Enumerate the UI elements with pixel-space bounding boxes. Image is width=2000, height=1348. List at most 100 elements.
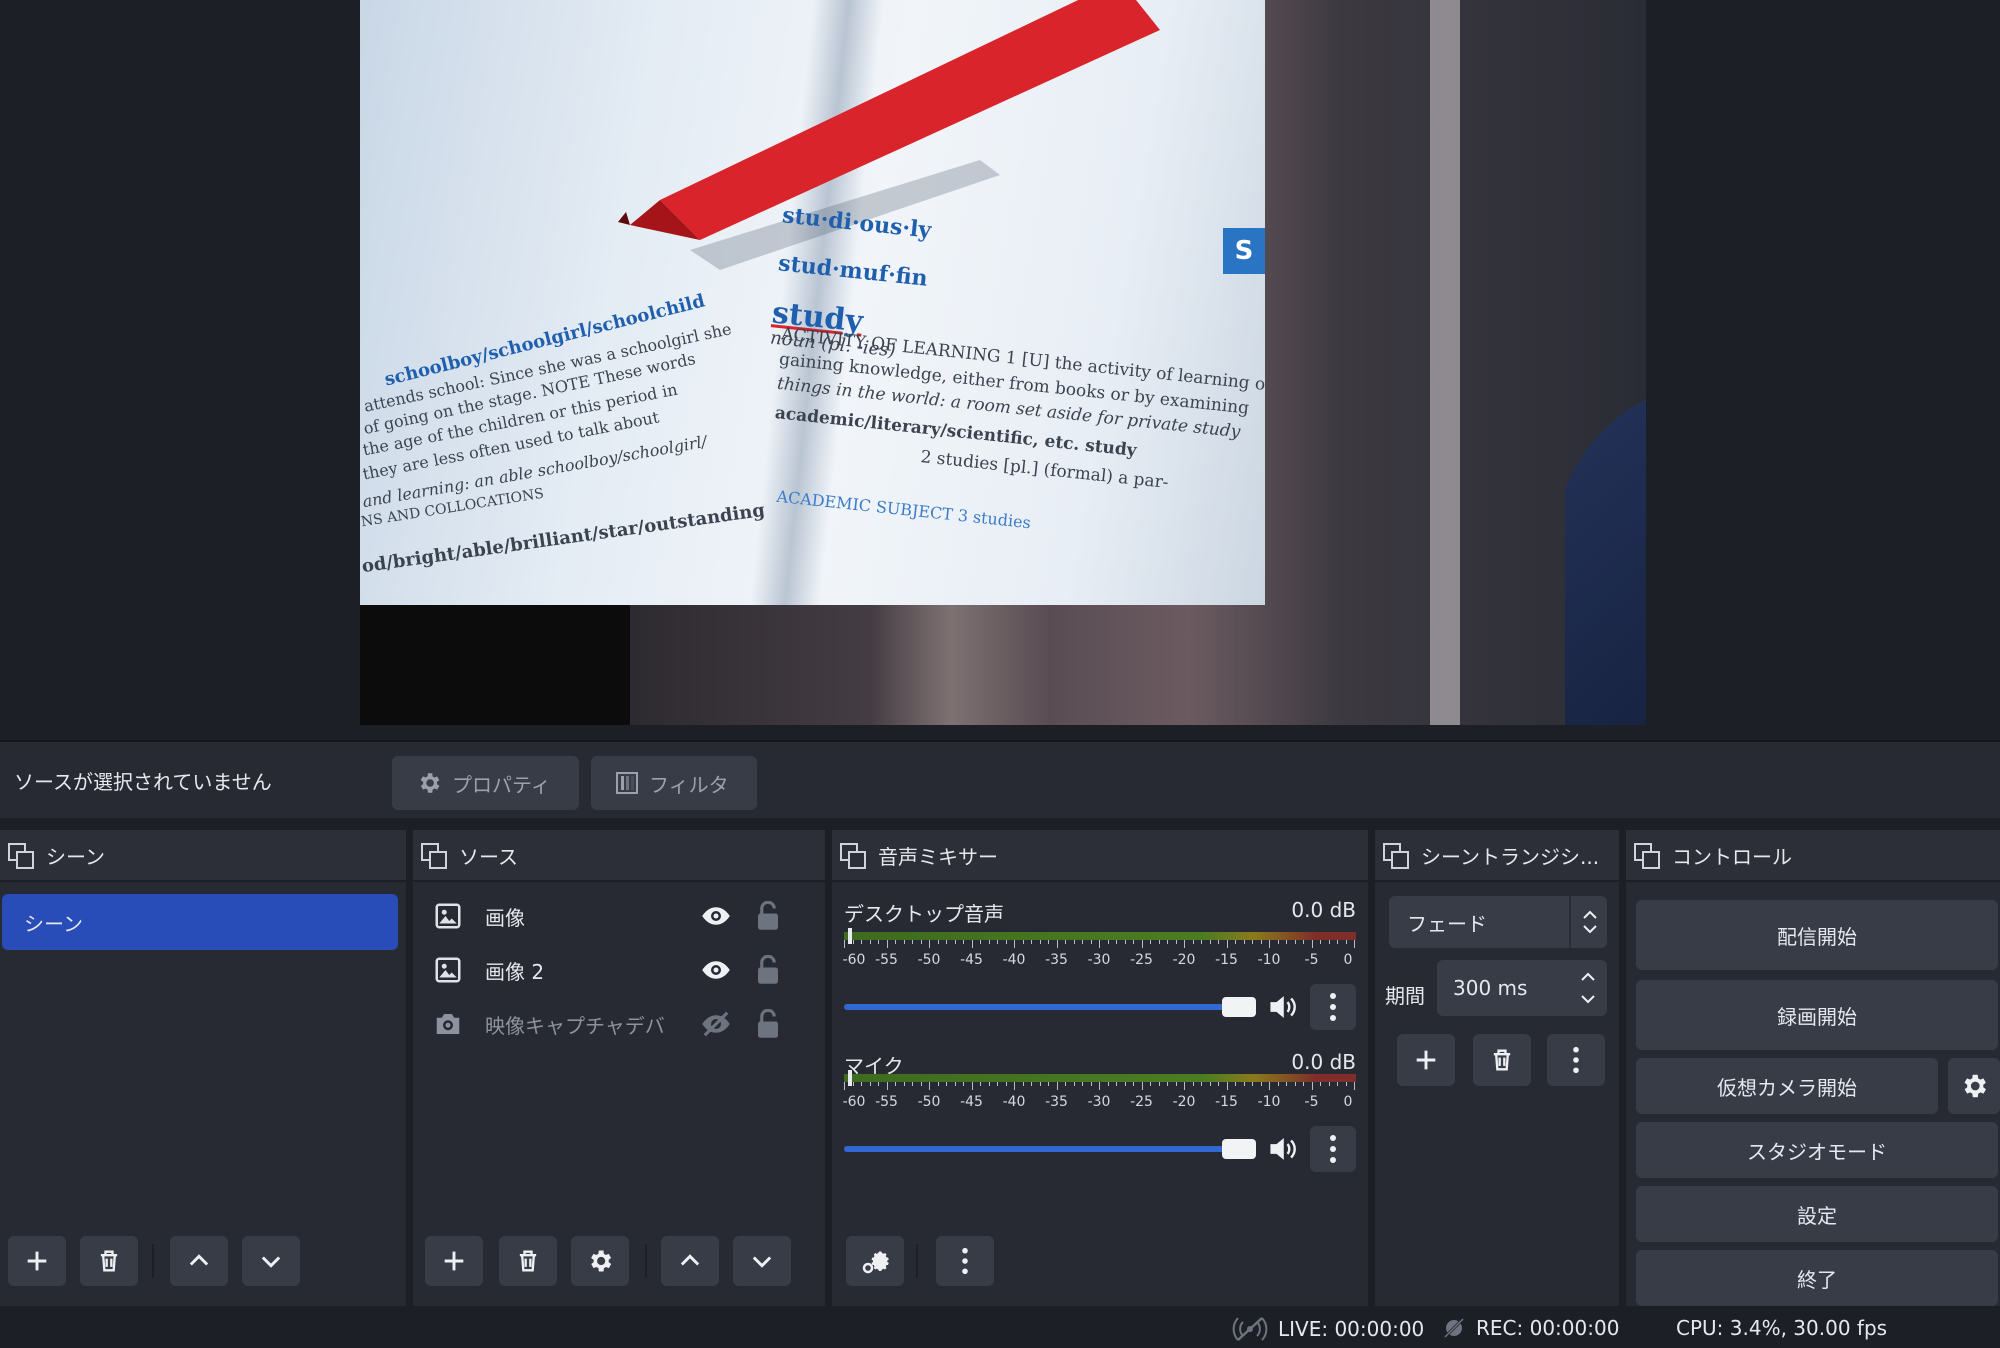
rec-status: REC: 00:00:00 [1442, 1316, 1619, 1340]
source-item-image[interactable]: 画像 [433, 894, 803, 938]
virtual-camera-settings-button[interactable] [1948, 1058, 2000, 1114]
add-transition-button[interactable] [1397, 1034, 1455, 1086]
scenes-dock-header[interactable]: シーン [0, 830, 406, 882]
properties-label: プロパティ [452, 772, 551, 797]
chevron-up-icon [189, 1254, 209, 1266]
transition-menu-button[interactable] [1547, 1034, 1605, 1086]
meter-tick [1107, 940, 1109, 944]
volume-slider-track[interactable] [844, 1146, 1224, 1152]
controls-dock-header[interactable]: コントロール [1626, 830, 2000, 882]
meter-tick [1226, 940, 1228, 948]
move-scene-down-button[interactable] [242, 1236, 300, 1286]
gear-icon [1964, 1074, 1986, 1098]
meter-scale-label: -60 [842, 1094, 866, 1110]
transition-type-select[interactable]: フェード [1389, 896, 1607, 948]
channel-db-readout: 0.0 dB [1291, 898, 1356, 922]
remove-source-button[interactable] [499, 1236, 557, 1286]
meter-tick [1201, 940, 1202, 944]
volume-slider-track[interactable] [844, 1004, 1224, 1010]
speaker-icon[interactable] [1268, 992, 1302, 1022]
meter-tick [971, 1082, 973, 1090]
meter-scale-label: -35 [1045, 952, 1068, 968]
preview-canvas[interactable]: stu·di·ous·ly stud·muf·fin study noun (p… [360, 0, 1646, 725]
meter-scale-label: -30 [1087, 1094, 1111, 1110]
meter-tick [946, 1082, 947, 1086]
source-item-image-2[interactable]: 画像 2 [433, 948, 803, 992]
undock-icon[interactable] [8, 843, 34, 869]
meter-tick [1039, 940, 1041, 944]
meter-tick [1056, 1082, 1058, 1090]
audio-mixer-dock: 音声ミキサー デスクトップ音声 0.0 dB -60 -55 -50 -45 -40 -3… [832, 830, 1368, 1306]
advanced-audio-properties-button[interactable] [846, 1236, 904, 1286]
meter-scale-label: -35 [1045, 1094, 1068, 1110]
undock-icon[interactable] [1383, 843, 1409, 869]
trash-icon [100, 1250, 118, 1272]
unlock-icon[interactable] [755, 955, 781, 985]
eye-icon[interactable] [699, 955, 733, 985]
studio-mode-button[interactable]: スタジオモード [1636, 1122, 1998, 1178]
move-source-down-button[interactable] [733, 1236, 791, 1286]
meter-tick [1099, 940, 1100, 948]
sources-dock-header[interactable]: ソース [413, 830, 825, 882]
meter-tick [1022, 1082, 1024, 1086]
transitions-dock-header[interactable]: シーントランジシ... [1375, 830, 1619, 882]
meter-tick [1294, 1082, 1296, 1086]
meter-tick [912, 940, 913, 944]
undock-icon[interactable] [1634, 843, 1660, 869]
context-bar: ソースが選択されていません プロパティ フィルタ [0, 740, 2000, 818]
move-source-up-button[interactable] [661, 1236, 719, 1286]
meter-tick [852, 940, 854, 944]
exit-button[interactable]: 終了 [1636, 1250, 1998, 1306]
move-scene-up-button[interactable] [170, 1236, 228, 1286]
plus-icon [27, 1251, 47, 1271]
scene-list-item[interactable]: シーン [2, 894, 398, 950]
start-virtual-camera-button[interactable]: 仮想カメラ開始 [1636, 1058, 1938, 1114]
meter-tick [1277, 1082, 1279, 1086]
source-properties-button[interactable] [571, 1236, 629, 1286]
speaker-icon[interactable] [1268, 1134, 1302, 1164]
remove-scene-button[interactable] [80, 1236, 138, 1286]
rec-timer: REC: 00:00:00 [1476, 1316, 1620, 1340]
unlock-icon[interactable] [755, 1009, 781, 1039]
add-scene-button[interactable] [8, 1236, 66, 1286]
mixer-dock-header[interactable]: 音声ミキサー [832, 830, 1368, 882]
scene-transitions-dock: シーントランジシ... フェード 期間 300 ms [1375, 830, 1619, 1306]
transition-selected-value: フェード [1407, 911, 1487, 936]
channel-menu-button[interactable] [1310, 1126, 1356, 1172]
preview-area[interactable]: stu·di·ous·ly stud·muf·fin study noun (p… [0, 0, 2000, 740]
duration-label: 期間 [1385, 984, 1425, 1008]
properties-button[interactable]: プロパティ [392, 756, 579, 810]
channel-menu-button[interactable] [1310, 984, 1356, 1030]
meter-scale-label: 0 [1343, 952, 1353, 968]
duration-spinbox[interactable]: 300 ms [1437, 960, 1607, 1016]
start-recording-button[interactable]: 録画開始 [1636, 980, 1998, 1050]
volume-slider-handle[interactable] [1222, 1139, 1256, 1159]
plus-icon [1416, 1050, 1436, 1070]
meter-scale-label: -60 [842, 952, 866, 968]
meter-tick [878, 940, 879, 944]
meter-scale-label: -45 [960, 1094, 983, 1110]
mixer-channel-mic: マイク 0.0 dB -60 -55 -50 -45 -40 -35 -30 -25 -20 -1… [842, 1050, 1356, 1190]
eye-off-icon[interactable] [699, 1009, 733, 1039]
undock-icon[interactable] [840, 843, 866, 869]
filters-button[interactable]: フィルタ [591, 756, 757, 810]
duration-stepper[interactable] [1569, 960, 1607, 1016]
source-item-video-capture[interactable]: 映像キャプチャデバ [433, 1002, 803, 1046]
meter-tick [1252, 940, 1253, 944]
start-streaming-button[interactable]: 配信開始 [1636, 900, 1998, 970]
remove-transition-button[interactable] [1473, 1034, 1531, 1086]
meter-scale-label: -15 [1215, 952, 1238, 968]
settings-button[interactable]: 設定 [1636, 1186, 1998, 1242]
volume-meter [844, 1070, 1356, 1086]
meter-tick [1286, 940, 1287, 944]
meter-tick [1014, 940, 1015, 948]
meter-tick [878, 1082, 879, 1086]
add-source-button[interactable] [425, 1236, 483, 1286]
meter-tick [1065, 940, 1066, 944]
eye-icon[interactable] [699, 901, 733, 931]
mixer-menu-button[interactable] [936, 1236, 994, 1286]
unlock-icon[interactable] [755, 901, 781, 931]
undock-icon[interactable] [421, 843, 447, 869]
meter-tick [1065, 1082, 1066, 1086]
volume-slider-handle[interactable] [1222, 997, 1256, 1017]
